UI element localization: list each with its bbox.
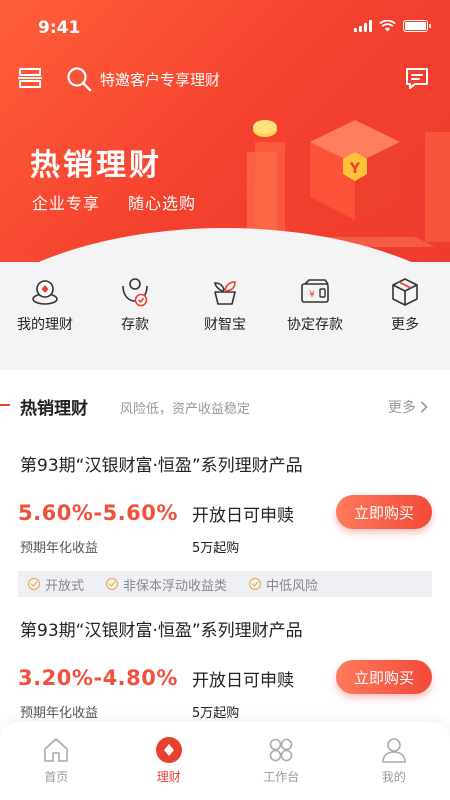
search-bar[interactable]: 特邀客户专享理财 [66,64,220,94]
quick-nav-label: 存款 [121,317,149,333]
quick-nav-deposit[interactable]: 存款 [90,276,180,348]
check-circle-icon [28,578,40,590]
product-status: 开放日可申赎 [192,671,294,691]
product-min-amount: 5万起购 [192,541,240,556]
more-label: 更多 [388,400,416,416]
svg-text:¥: ¥ [309,290,315,300]
tab-label: 理财 [156,770,181,784]
hero-title: 热销理财 [30,148,162,183]
product-rate: 5.60%-5.60% [18,501,178,525]
product-tag: 中低风险 [249,575,318,594]
quick-nav-my-finance[interactable]: 我的理财 [0,276,90,348]
quick-nav-more[interactable]: 更多 [360,276,450,348]
tab-home[interactable]: 首页 [0,722,113,800]
bottom-tab-bar: 首页 理财 工作台 我的 [0,722,450,800]
quick-nav-caizhibao[interactable]: 财智宝 [180,276,270,348]
section-description: 风险低，资产收益稳定 [120,402,251,417]
product-status: 开放日可申赎 [192,506,294,526]
product-rate-label: 预期年化收益 [20,541,99,556]
quick-nav-agreement-deposit[interactable]: ¥ 协定存款 [270,276,360,348]
quick-nav-label: 更多 [391,317,419,333]
product-tag-label: 中低风险 [266,578,319,594]
product-name: 第93期“汉银财富·恒盈”系列理财产品 [20,456,303,476]
tab-finance[interactable]: 理财 [113,722,226,800]
hero-subtitle: 企业专享 随心选购 [32,190,196,214]
profile-icon [381,738,406,763]
top-bar: 特邀客户专享理财 [0,62,450,98]
caizhibao-icon [214,281,236,305]
product-min-amount: 5万起购 [192,706,240,721]
product-rate-label: 预期年化收益 [20,706,99,721]
menu-icon[interactable] [16,64,44,92]
chevron-right-icon [420,401,428,413]
tab-workbench[interactable]: 工作台 [225,722,338,800]
hero-cube-illustration: Y [247,120,450,247]
wifi-icon [379,20,396,32]
buy-now-button[interactable]: 立即购买 [336,660,432,694]
check-circle-icon [249,578,262,590]
section-header: 热销理财 风险低，资产收益稳定 更多 [0,370,450,440]
finance-icon [155,737,182,763]
tab-profile[interactable]: 我的 [338,722,450,800]
buy-now-button[interactable]: 立即购买 [336,495,432,529]
status-time: 9:41 [38,18,81,38]
quick-nav-label: 我的理财 [17,317,73,333]
battery-icon [403,20,431,32]
product-tag: 开放式 [28,575,84,594]
check-circle-icon [106,578,119,590]
deposit-icon [122,278,148,307]
hero-subtitle-1: 企业专享 [32,194,101,213]
search-placeholder: 特邀客户专享理财 [100,70,221,89]
product-tags: 开放式 非保本浮动收益类 中低风险 [18,571,432,597]
quick-nav: 我的理财 存款 财智宝 ¥ 协定存款 更多 [0,276,450,348]
tab-label: 首页 [44,770,69,784]
product-name: 第93期“汉银财富·恒盈”系列理财产品 [20,621,303,641]
quick-nav-label: 协定存款 [287,317,343,333]
my-finance-icon [32,280,58,305]
section-more-link[interactable]: 更多 [388,397,428,417]
signal-icon [354,20,372,32]
section-title: 热销理财 [20,399,88,419]
quick-nav-label: 财智宝 [204,317,246,333]
product-tag: 非保本浮动收益类 [106,575,227,594]
tab-label: 我的 [381,770,406,784]
more-box-icon [392,278,418,306]
agreement-deposit-icon: ¥ [301,279,329,303]
hero-subtitle-2: 随心选购 [128,194,197,213]
system-indicators [354,20,431,32]
workbench-icon [269,738,293,762]
message-icon[interactable] [404,65,430,91]
product-rate: 3.20%-4.80% [18,666,178,690]
home-icon [44,738,69,762]
status-bar: 9:41 [0,0,450,56]
tab-label: 工作台 [263,770,300,784]
product-tag-label: 非保本浮动收益类 [123,578,228,594]
section-accent-bar [0,404,10,406]
product-tag-label: 开放式 [45,578,85,594]
search-icon [67,67,92,92]
svg-text:Y: Y [349,161,361,177]
